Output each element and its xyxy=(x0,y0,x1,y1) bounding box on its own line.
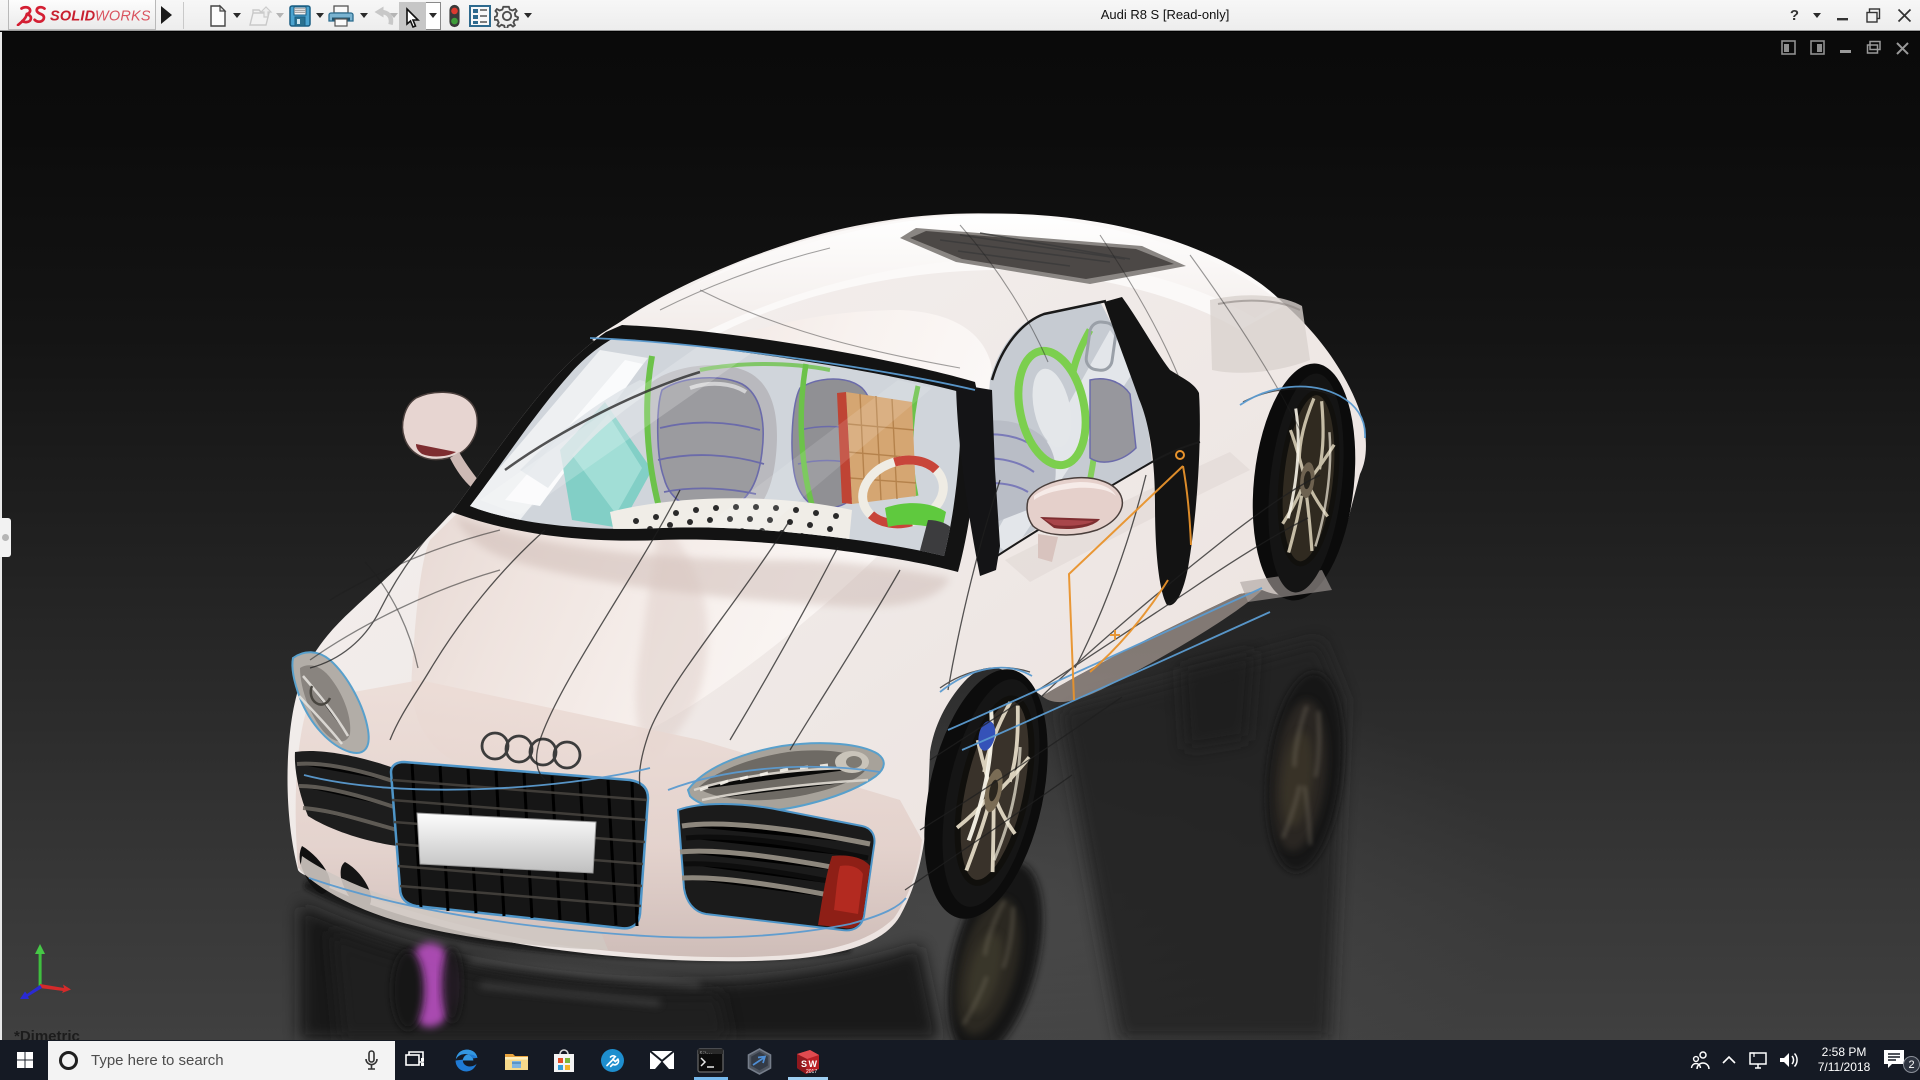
svg-text:?: ? xyxy=(1790,7,1799,24)
svg-text:SOLID: SOLID xyxy=(50,8,96,24)
svg-text:W: W xyxy=(809,1059,818,1069)
svg-text:WORKS: WORKS xyxy=(95,8,150,24)
svg-text:C:\...: C:\... xyxy=(700,1050,713,1055)
svg-text:2017: 2017 xyxy=(806,1069,817,1075)
svg-text:S: S xyxy=(801,1059,807,1069)
